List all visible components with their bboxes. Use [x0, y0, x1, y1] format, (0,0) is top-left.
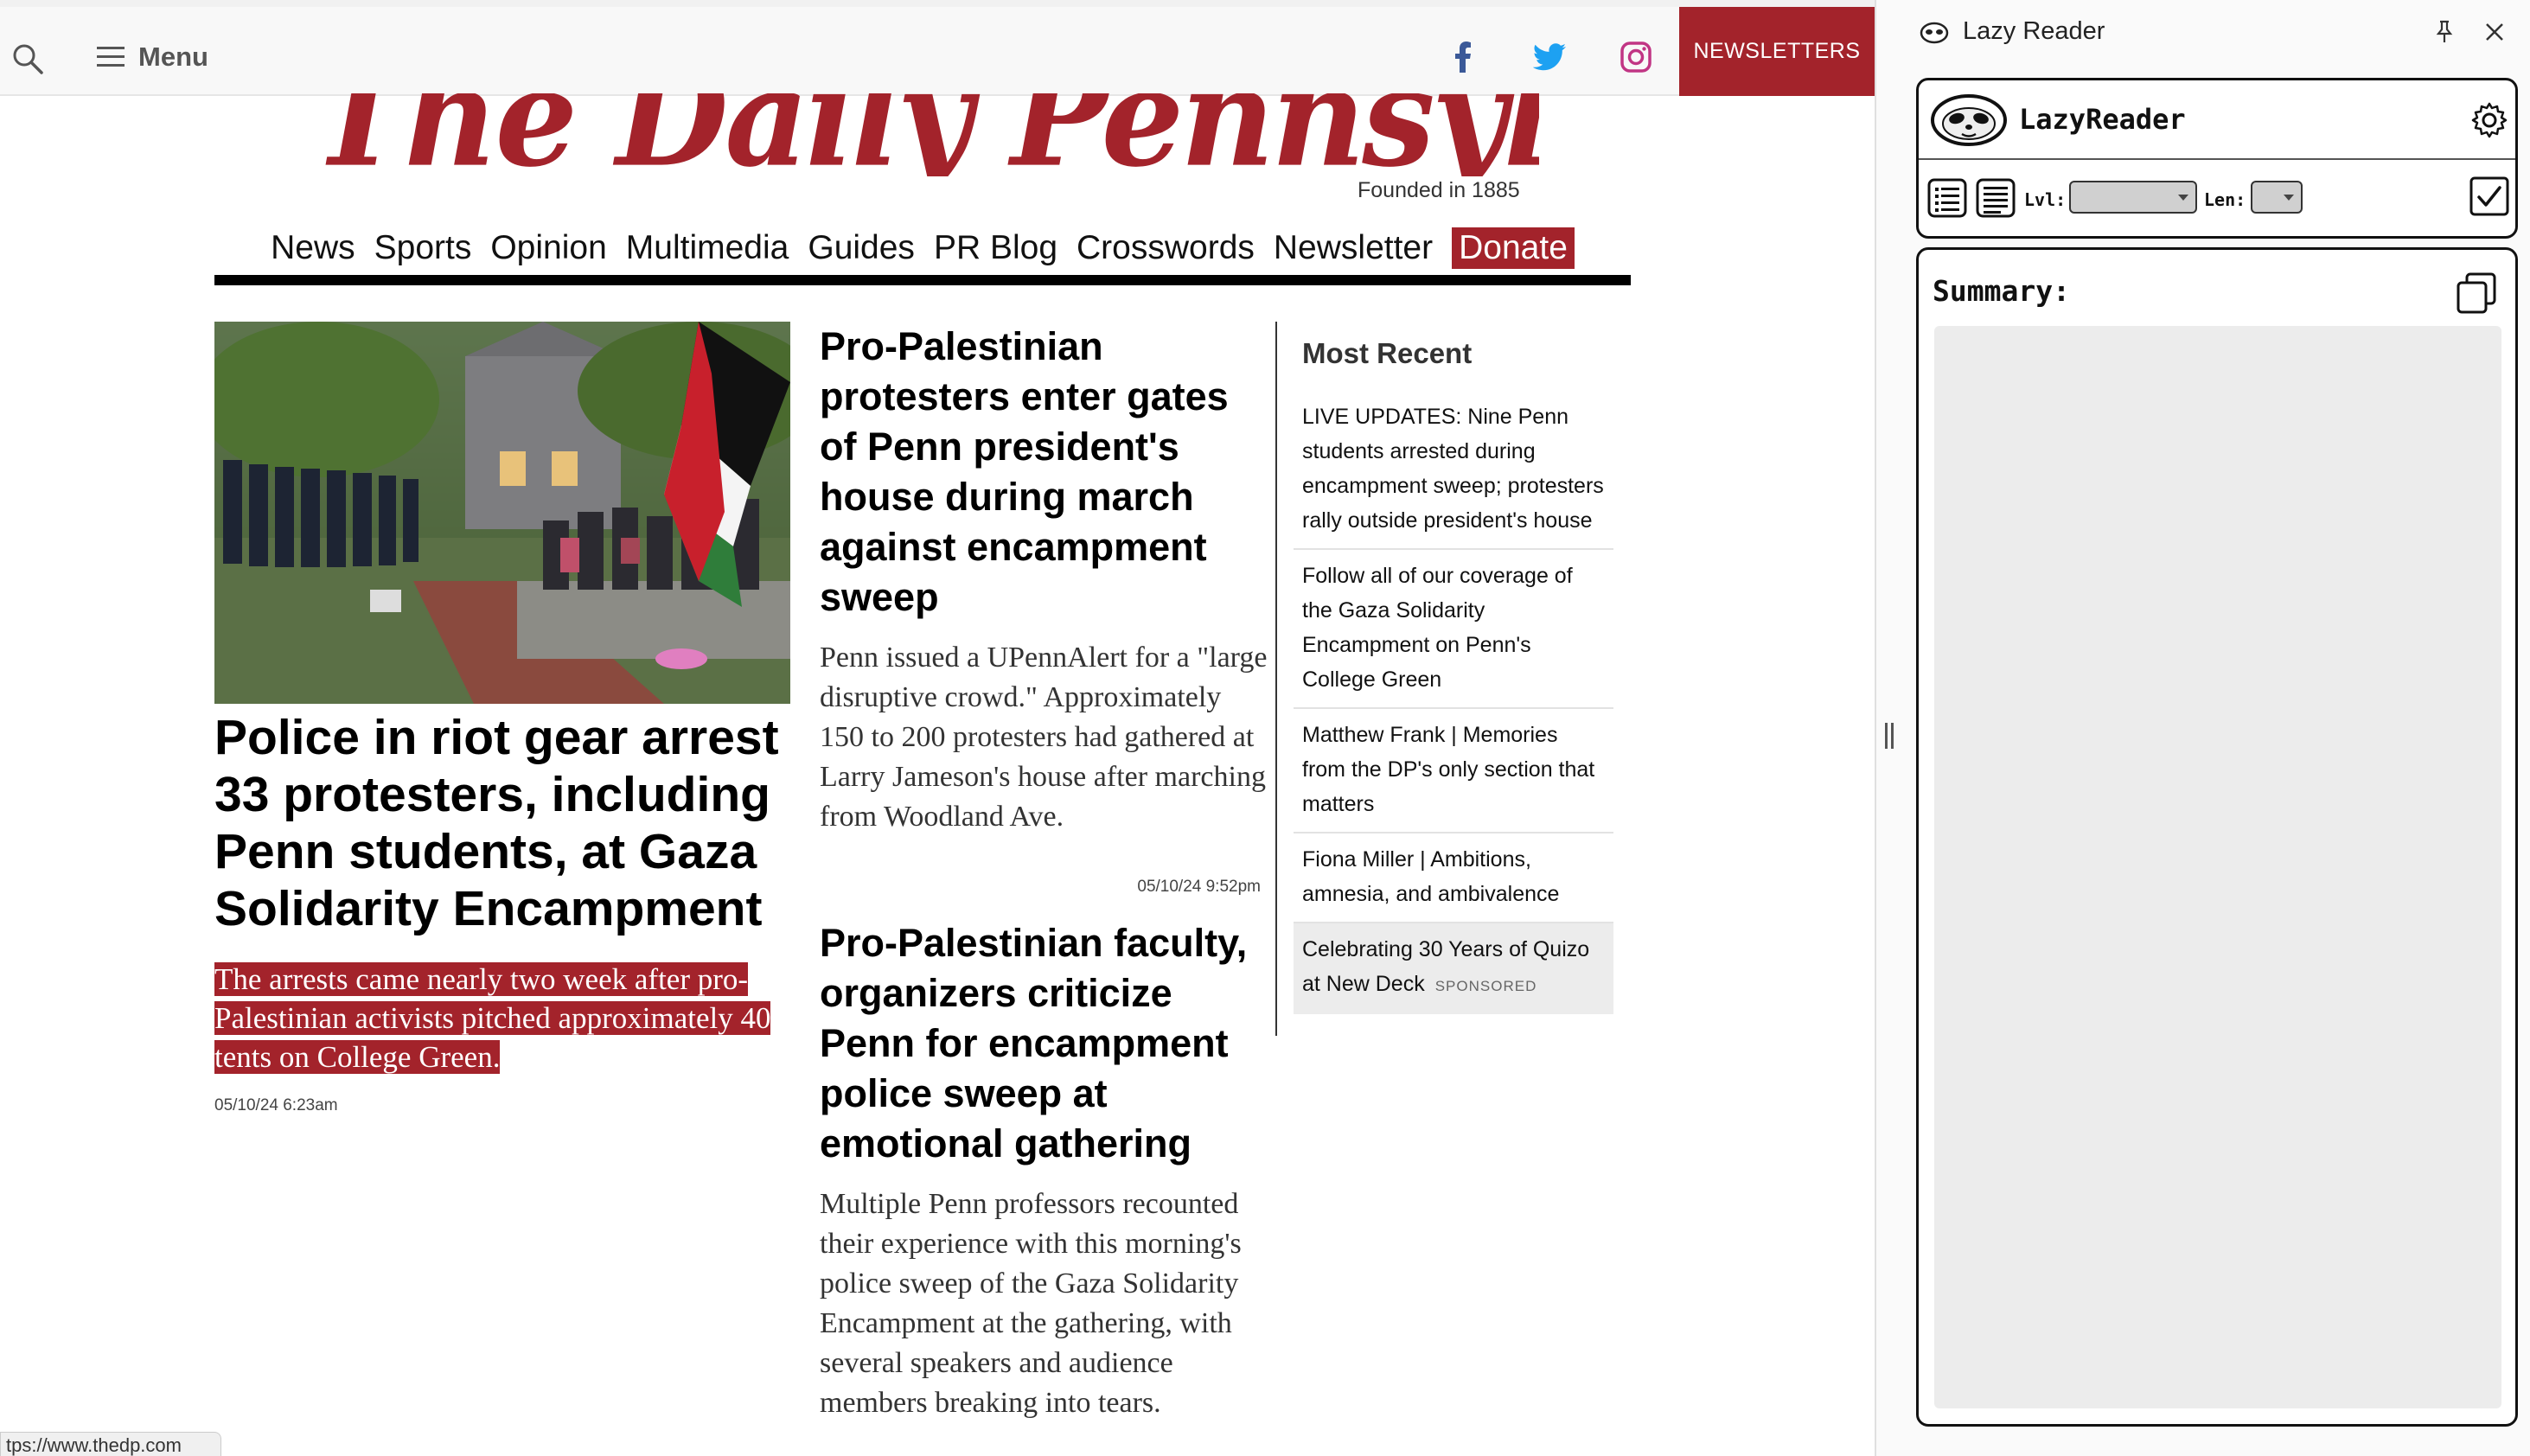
level-select[interactable] — [2069, 181, 2197, 214]
menu-button[interactable]: Menu — [97, 38, 208, 76]
donate-button[interactable]: Donate — [1452, 227, 1575, 269]
nav-item-news[interactable]: News — [271, 229, 355, 267]
list-icon[interactable] — [1927, 177, 1967, 219]
menu-label: Menu — [138, 42, 208, 72]
facebook-icon[interactable] — [1444, 38, 1482, 76]
most-recent-item[interactable]: Fiona Miller | Ambitions, amnesia, and a… — [1294, 833, 1613, 923]
nav-item-multimedia[interactable]: Multimedia — [626, 229, 789, 267]
length-label: Len: — [2204, 189, 2246, 210]
twitter-icon[interactable] — [1530, 38, 1568, 76]
sponsored-tag: SPONSORED — [1434, 978, 1537, 994]
lead-timestamp: 05/10/24 6:23am — [214, 1096, 338, 1114]
nav-item-crosswords[interactable]: Crosswords — [1077, 229, 1255, 267]
section-nav: News Sports Opinion Multimedia Guides PR… — [214, 220, 1631, 277]
most-recent-item[interactable]: Follow all of our coverage of the Gaza S… — [1294, 550, 1613, 709]
lazy-reader-header: LazyReader — [1919, 80, 2515, 160]
nav-item-opinion[interactable]: Opinion — [490, 229, 606, 267]
gear-icon[interactable] — [2470, 101, 2508, 139]
summary-output[interactable] — [1934, 326, 2501, 1408]
hamburger-icon — [97, 47, 125, 67]
status-bar-url: tps://www.thedp.com — [0, 1432, 221, 1456]
panel-header: Lazy Reader — [1876, 0, 2530, 67]
paragraph-icon[interactable] — [1976, 177, 2016, 219]
sponsored-item[interactable]: Celebrating 30 Years of Quizo at New Dec… — [1294, 923, 1613, 1014]
story-timestamp-1: 05/10/24 9:52pm — [1137, 878, 1261, 896]
newsletters-button[interactable]: NEWSLETTERS — [1679, 7, 1875, 96]
nav-item-newsletter[interactable]: Newsletter — [1274, 229, 1433, 267]
pin-icon[interactable] — [2431, 19, 2457, 45]
sloth-logo-icon — [1931, 94, 2007, 146]
nav-divider — [214, 275, 1631, 285]
masthead-logo[interactable]: The Daily Pennsylvanian — [311, 93, 1539, 176]
copy-icon[interactable] — [2455, 271, 2500, 316]
lazy-reader-toolbar: Lvl: Len: — [1919, 162, 2515, 238]
close-icon[interactable] — [2482, 19, 2508, 45]
story-headline-1[interactable]: Pro-Palestinian protesters enter gates o… — [820, 322, 1269, 623]
column-divider — [1275, 322, 1277, 1036]
nav-item-pr-blog[interactable]: PR Blog — [934, 229, 1057, 267]
lead-headline[interactable]: Police in riot gear arrest 33 protesters… — [214, 709, 802, 937]
lead-dek-text: The arrests came nearly two week after p… — [214, 962, 771, 1074]
most-recent-item[interactable]: LIVE UPDATES: Nine Penn students arreste… — [1294, 391, 1613, 550]
nav-item-guides[interactable]: Guides — [808, 229, 915, 267]
resize-handle[interactable] — [1885, 723, 1899, 749]
level-label: Lvl: — [2024, 189, 2067, 210]
story-summary-2: Multiple Penn professors recounted their… — [820, 1188, 1242, 1419]
top-bar: Menu — [0, 7, 1875, 96]
app-name: LazyReader — [2019, 103, 2186, 136]
instagram-icon[interactable] — [1617, 38, 1655, 76]
search-icon[interactable] — [10, 42, 45, 76]
story-summary-1: Penn issued a UPennAlert for a "large di… — [820, 642, 1268, 833]
site-viewport: Menu NEWSLETTERS The Daily Pennsylvanian… — [0, 0, 1875, 1456]
check-icon[interactable] — [2469, 176, 2510, 217]
lazy-reader-controls: LazyReader Lvl: Len: — [1916, 78, 2518, 239]
most-recent-item[interactable]: Matthew Frank | Memories from the DP's o… — [1294, 709, 1613, 833]
length-select[interactable] — [2251, 181, 2303, 214]
lead-story-photo[interactable] — [214, 322, 790, 704]
sloth-logo-icon — [1920, 22, 1949, 44]
panel-title: Lazy Reader — [1963, 17, 2105, 45]
nav-item-sports[interactable]: Sports — [374, 229, 472, 267]
top-line — [0, 0, 1875, 7]
story-headline-2[interactable]: Pro-Palestinian faculty, organizers crit… — [820, 918, 1269, 1169]
lead-dek: The arrests came nearly two week after p… — [214, 960, 792, 1076]
summary-panel: Summary: — [1916, 247, 2518, 1427]
masthead-title: The Daily Pennsylvanian — [311, 93, 1539, 176]
founded-text: Founded in 1885 — [1358, 178, 1520, 202]
summary-label: Summary: — [1933, 274, 2070, 308]
most-recent-list: LIVE UPDATES: Nine Penn students arreste… — [1294, 391, 1613, 1014]
most-recent-title: Most Recent — [1302, 337, 1473, 369]
